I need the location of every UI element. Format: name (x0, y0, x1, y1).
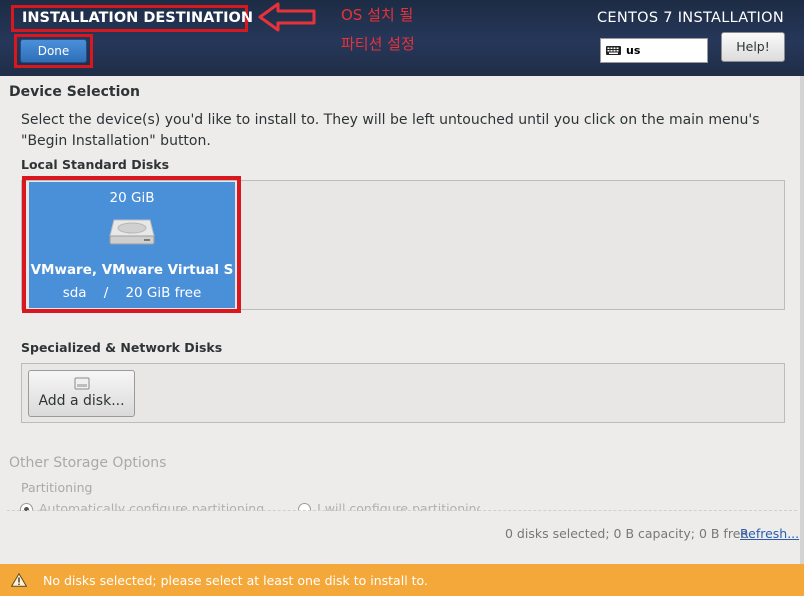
annotation-line-2: 파티션 설정 (341, 35, 415, 53)
warning-bar[interactable]: No disks selected; please select at leas… (0, 564, 804, 596)
selection-summary: 0 disks selected; 0 B capacity; 0 B free (505, 526, 749, 541)
keyboard-layout-label: us (626, 44, 641, 57)
annotation-line-1: OS 설치 될 (341, 6, 414, 24)
product-title: CENTOS 7 INSTALLATION (596, 10, 784, 26)
disk-tile-sda[interactable]: 20 GiB VMware, VMware Virtual S sda / 20… (29, 182, 235, 308)
done-highlight: Done (14, 34, 93, 68)
disk-size: 20 GiB (109, 190, 155, 206)
add-disk-label: Add a disk... (38, 393, 125, 409)
left-arrow-annotation (258, 2, 316, 32)
disk-free-info: sda / 20 GiB free (62, 285, 202, 301)
specialized-disks-panel (21, 363, 785, 423)
warning-icon (11, 573, 27, 587)
keyboard-layout-indicator[interactable]: us (600, 38, 708, 63)
warning-message: No disks selected; please select at leas… (43, 573, 428, 588)
local-disks-label: Local Standard Disks (21, 157, 170, 172)
keyboard-icon (606, 46, 621, 55)
disk-name: VMware, VMware Virtual S (30, 262, 234, 278)
network-disk-icon (74, 377, 90, 390)
refresh-link[interactable]: Refresh... (740, 526, 799, 541)
specialized-disks-label: Specialized & Network Disks (21, 340, 223, 355)
help-button[interactable]: Help! (721, 32, 785, 62)
hard-disk-icon (109, 219, 155, 245)
device-selection-description: Select the device(s) you'd like to insta… (21, 112, 760, 149)
scroll-fade-divider (7, 510, 797, 511)
other-storage-title: Other Storage Options (9, 455, 167, 471)
device-selection-title: Device Selection (9, 84, 140, 100)
done-button[interactable]: Done (20, 39, 87, 63)
page-title: INSTALLATION DESTINATION (11, 5, 253, 32)
scrollbar[interactable] (800, 76, 804, 564)
partitioning-label: Partitioning (21, 480, 93, 495)
add-disk-button[interactable]: Add a disk... (28, 370, 135, 417)
